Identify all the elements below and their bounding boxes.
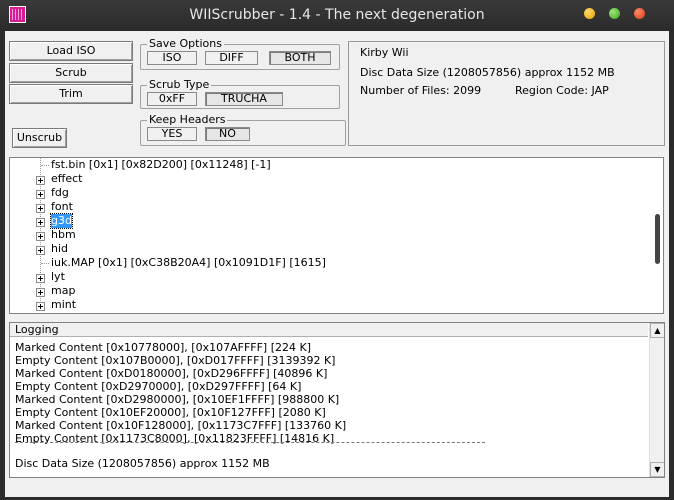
unscrub-button[interactable]: Unscrub xyxy=(12,128,67,148)
expand-icon[interactable] xyxy=(36,232,45,241)
tree-item-font[interactable]: font xyxy=(51,200,73,214)
log-line: Empty Content [0x10EF20000], [0x10F127FF… xyxy=(15,406,326,419)
log-separator xyxy=(15,442,485,443)
load-iso-button[interactable]: Load ISO xyxy=(9,41,133,61)
expand-icon[interactable] xyxy=(36,190,45,199)
tree-item-map[interactable]: map xyxy=(51,284,75,298)
number-of-files: Number of Files: 2099 xyxy=(360,84,482,97)
keep-headers-yes[interactable]: YES xyxy=(147,127,197,141)
expand-icon[interactable] xyxy=(36,246,45,255)
expand-icon[interactable] xyxy=(36,288,45,297)
log-line: Marked Content [0x10F128000], [0x1173C7F… xyxy=(15,419,347,432)
window-title: WIIScrubber - 1.4 - The next degeneratio… xyxy=(189,7,485,23)
minimize-button[interactable] xyxy=(584,8,595,19)
expand-icon[interactable] xyxy=(36,176,45,185)
tree-connector xyxy=(41,165,49,166)
trim-button[interactable]: Trim xyxy=(9,84,133,104)
file-tree[interactable]: fst.bin [0x1] [0x82D200] [0x11248] [-1] … xyxy=(9,157,664,314)
tree-item-iuk-map[interactable]: iuk.MAP [0x1] [0xC38B20A4] [0x1091D1F] [… xyxy=(51,256,326,270)
log-scrollbar[interactable]: ▲ ▼ xyxy=(649,323,664,477)
maximize-button[interactable] xyxy=(609,8,620,19)
expand-icon[interactable] xyxy=(36,218,45,227)
keep-headers-label: Keep Headers xyxy=(147,113,228,126)
disc-info-panel: Kirby Wii Disc Data Size (1208057856) ap… xyxy=(348,41,665,146)
log-line: Empty Content [0xD2970000], [0xD297FFFF]… xyxy=(15,380,302,393)
log-line: Empty Content [0x107B0000], [0xD017FFFF]… xyxy=(15,354,336,367)
logging-panel[interactable]: Logging Marked Content [0x10778000], [0x… xyxy=(9,322,665,478)
expand-icon[interactable] xyxy=(36,302,45,311)
region-code: Region Code: JAP xyxy=(515,84,609,97)
tree-item-lyt[interactable]: lyt xyxy=(51,270,65,284)
tree-item-effect[interactable]: effect xyxy=(51,172,82,186)
tree-item-fdg[interactable]: fdg xyxy=(51,186,69,200)
disc-data-size: Disc Data Size (1208057856) approx 1152 … xyxy=(360,66,615,79)
tree-item-fst-bin[interactable]: fst.bin [0x1] [0x82D200] [0x11248] [-1] xyxy=(51,158,271,172)
expand-icon[interactable] xyxy=(36,204,45,213)
log-line: Marked Content [0xD0180000], [0xD296FFFF… xyxy=(15,367,328,380)
log-line: Empty Content [0x1173C8000], [0x11823FFF… xyxy=(15,432,335,445)
tree-scrollbar-thumb[interactable] xyxy=(655,214,660,264)
log-line: Marked Content [0x10778000], [0x107AFFFF… xyxy=(15,341,312,354)
log-summary: Disc Data Size (1208057856) approx 1152 … xyxy=(15,457,270,470)
keep-headers-no[interactable]: NO xyxy=(205,127,250,141)
scrub-button[interactable]: Scrub xyxy=(9,63,133,83)
save-option-both[interactable]: BOTH xyxy=(269,51,331,65)
scrub-type-trucha[interactable]: TRUCHA xyxy=(205,92,283,106)
scroll-up-icon[interactable]: ▲ xyxy=(650,323,664,338)
log-line: Marked Content [0xD2980000], [0x10EF1FFF… xyxy=(15,393,340,406)
scrub-type-group: Scrub Type 0xFF TRUCHA xyxy=(140,79,340,109)
save-options-label: Save Options xyxy=(147,37,224,50)
save-option-diff[interactable]: DIFF xyxy=(205,51,258,65)
game-name: Kirby Wii xyxy=(360,46,409,59)
scroll-down-icon[interactable]: ▼ xyxy=(650,462,664,477)
tree-item-mint[interactable]: mint xyxy=(51,298,76,312)
tree-item-g3d[interactable]: g3d xyxy=(50,213,73,229)
title-bar[interactable]: WIIScrubber - 1.4 - The next degeneratio… xyxy=(0,0,674,31)
keep-headers-group: Keep Headers YES NO xyxy=(140,114,346,146)
save-options-group: Save Options ISO DIFF BOTH xyxy=(140,38,340,70)
expand-icon[interactable] xyxy=(36,274,45,283)
save-option-iso[interactable]: ISO xyxy=(147,51,197,65)
tree-connector xyxy=(41,263,49,264)
tree-item-hbm[interactable]: hbm xyxy=(51,228,76,242)
scrub-type-0xff[interactable]: 0xFF xyxy=(147,92,197,106)
logging-header: Logging xyxy=(10,323,648,337)
close-button[interactable] xyxy=(634,8,645,19)
tree-item-hid[interactable]: hid xyxy=(51,242,68,256)
scrub-type-label: Scrub Type xyxy=(147,78,212,91)
main-window: Load ISO Scrub Trim Unscrub Save Options… xyxy=(5,31,669,497)
